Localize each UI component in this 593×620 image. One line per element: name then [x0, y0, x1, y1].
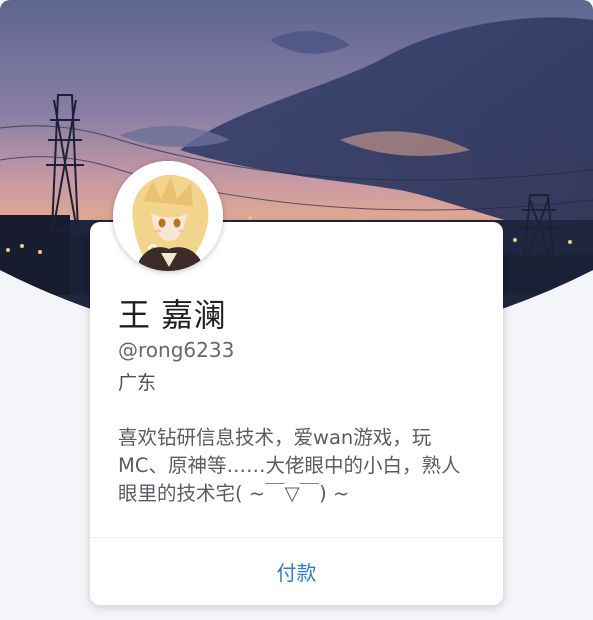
profile-name: 王 嘉澜 [118, 296, 227, 334]
pay-button[interactable]: 付款 [90, 545, 503, 597]
profile-handle: @rong6233 [118, 338, 235, 362]
profile-location: 广东 [118, 372, 157, 394]
avatar[interactable] [113, 161, 223, 271]
card-divider [90, 537, 503, 538]
profile-bio: 喜欢钻研信息技术，爱wan游戏，玩MC、原神等……大佬眼中的小白，熟人眼里的技术… [118, 426, 461, 505]
